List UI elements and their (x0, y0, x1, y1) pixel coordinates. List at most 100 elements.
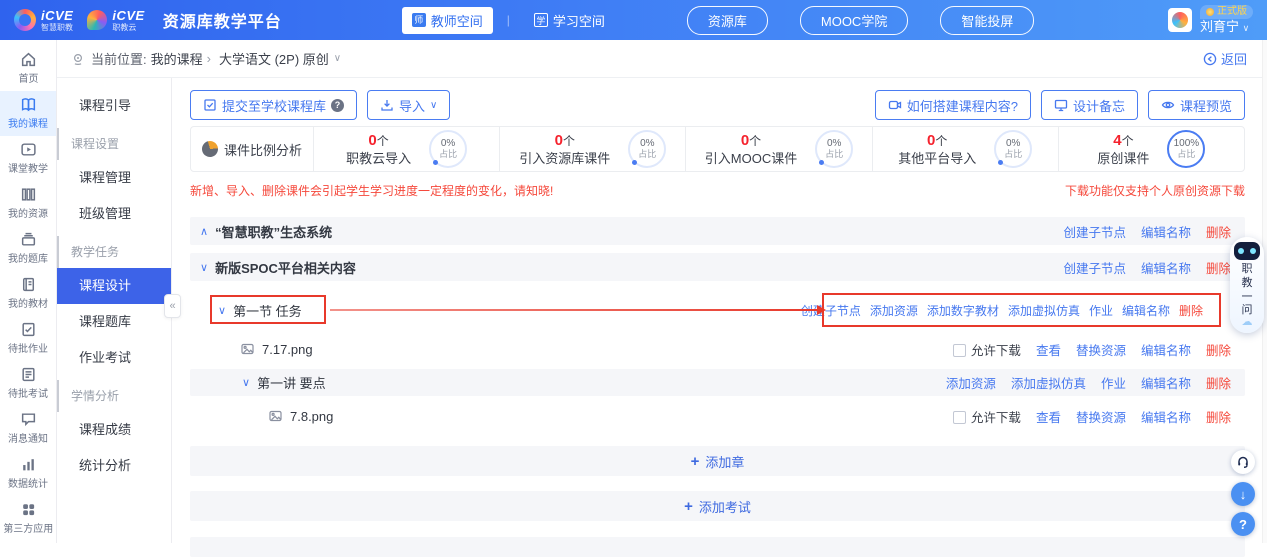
ai-assistant-tab[interactable]: 职教一问 ☁ (1230, 237, 1264, 333)
add-virtual-simulation-link[interactable]: 添加虚拟仿真 (1008, 302, 1080, 319)
collapse-caret-icon[interactable]: ∧ (200, 225, 208, 238)
expand-caret-icon[interactable]: ∨ (218, 304, 226, 317)
menu-item-class-management[interactable]: 班级管理 (57, 196, 171, 232)
menu-item-course-management[interactable]: 课程管理 (57, 160, 171, 196)
username: 刘育宁 (1200, 19, 1239, 34)
sidebar-item-classroom-teaching[interactable]: 课堂教学 (0, 136, 56, 181)
sidebar-item-my-resources[interactable]: 我的资源 (0, 181, 56, 226)
expand-caret-icon[interactable]: ∨ (242, 376, 250, 389)
sidebar-item-my-courses[interactable]: 我的课程 (0, 91, 56, 136)
add-digital-textbook-link[interactable]: 添加数字教材 (927, 302, 999, 319)
create-child-node-link[interactable]: 创建子节点 (801, 302, 861, 319)
help-fab-button[interactable]: ? (1231, 512, 1255, 536)
breadcrumb-chevron-down-icon[interactable]: ∨ (334, 53, 341, 64)
edit-name-link[interactable]: 编辑名称 (1141, 222, 1191, 241)
submit-to-school-library-button[interactable]: 提交至学校课程库 ? (190, 90, 357, 120)
replace-resource-link[interactable]: 替换资源 (1076, 340, 1126, 359)
logo-sub: 职教云 (112, 24, 144, 32)
how-to-build-button[interactable]: 如何搭建课程内容? (875, 90, 1031, 120)
resource-file-row: 7.17.png 允许下载 查看 替换资源 编辑名称 删除 (190, 336, 1245, 362)
delete-link[interactable]: 删除 (1206, 222, 1231, 241)
add-exam-button[interactable]: + 添加考试 (190, 491, 1245, 521)
edit-name-link[interactable]: 编辑名称 (1141, 407, 1191, 426)
link-resource-library[interactable]: 资源库 (687, 6, 768, 35)
sidebar-item-third-party-apps[interactable]: 第三方应用 (0, 496, 56, 541)
edit-name-link[interactable]: 编辑名称 (1122, 302, 1170, 319)
tab-teacher-space[interactable]: 师 教师空间 (402, 7, 493, 34)
icve-swirl-logo-icon (14, 9, 36, 31)
delete-link[interactable]: 删除 (1206, 340, 1231, 359)
menu-item-course-grades[interactable]: 课程成绩 (57, 412, 171, 448)
menu-item-course-guide[interactable]: 课程引导 (57, 88, 171, 124)
delete-link[interactable]: 删除 (1206, 407, 1231, 426)
pie-chart-icon (200, 139, 220, 159)
download-fab-button[interactable]: ↓ (1231, 482, 1255, 506)
expand-caret-icon[interactable]: ∨ (200, 261, 208, 274)
stat-percent-label: 占比 (825, 150, 843, 159)
home-icon (20, 51, 37, 68)
view-link[interactable]: 查看 (1036, 340, 1061, 359)
customer-support-button[interactable] (1231, 450, 1255, 474)
link-mooc-academy[interactable]: MOOC学院 (800, 6, 908, 35)
menu-item-course-question-bank[interactable]: 课程题库 (57, 304, 171, 340)
stat-label: 职教云导入 (346, 151, 411, 167)
allow-download-checkbox[interactable] (953, 411, 966, 424)
avatar[interactable] (1168, 8, 1192, 32)
stat-original-courseware: 4个 原创课件 100% 占比 (1058, 127, 1244, 171)
plus-icon: + (691, 453, 700, 470)
stat-label: 引入MOOC课件 (705, 151, 797, 167)
percent-ring: 0% 占比 (628, 130, 666, 168)
view-link[interactable]: 查看 (1036, 407, 1061, 426)
sidebar-item-my-question-bank[interactable]: 我的题库 (0, 226, 56, 271)
monitor-icon (1054, 98, 1068, 112)
delete-link[interactable]: 删除 (1206, 373, 1231, 392)
add-resource-link[interactable]: 添加资源 (946, 373, 996, 392)
back-button[interactable]: 返回 (1203, 49, 1247, 68)
link-smart-screen[interactable]: 智能投屏 (940, 6, 1034, 35)
stat-percent: 0% (640, 139, 654, 150)
delete-link[interactable]: 删除 (1179, 302, 1203, 319)
add-resource-link[interactable]: 添加资源 (870, 302, 918, 319)
menu-item-homework-exam[interactable]: 作业考试 (57, 340, 171, 376)
app-title: 资源库教学平台 (163, 8, 282, 32)
create-child-node-link[interactable]: 创建子节点 (1063, 222, 1126, 241)
logo-icve-zhihuizhijiao: iCVE 智慧职教 (14, 9, 73, 32)
cloud-icon: ☁ (1242, 318, 1253, 327)
allow-download-checkbox[interactable] (953, 344, 966, 357)
homework-link[interactable]: 作业 (1089, 302, 1113, 319)
message-icon (20, 411, 37, 428)
sidebar-item-my-textbooks[interactable]: 我的教材 (0, 271, 56, 316)
import-button[interactable]: 导入 ∨ (367, 90, 450, 120)
stat-percent: 0% (441, 139, 455, 150)
sidebar-collapse-handle[interactable]: « (164, 294, 181, 318)
sidebar-item-label: 我的题库 (8, 251, 48, 265)
menu-item-statistical-analysis[interactable]: 统计分析 (57, 448, 171, 484)
homework-link[interactable]: 作业 (1101, 373, 1126, 392)
replace-resource-link[interactable]: 替换资源 (1076, 407, 1126, 426)
create-child-node-link[interactable]: 创建子节点 (1063, 258, 1126, 277)
sidebar-item-label: 消息通知 (8, 431, 48, 445)
how-to-build-label: 如何搭建课程内容? (907, 96, 1018, 115)
sidebar-item-home[interactable]: 首页 (0, 46, 56, 91)
sidebar-item-statistics[interactable]: 数据统计 (0, 451, 56, 496)
tab-learning-space[interactable]: 学 学习空间 (524, 7, 615, 34)
breadcrumb-parent-link[interactable]: 我的课程 (151, 49, 203, 68)
lecture-row: ∨ 第一讲 要点 添加资源 添加虚拟仿真 作业 编辑名称 删除 (190, 369, 1245, 396)
help-circle-icon[interactable]: ? (331, 99, 344, 112)
edit-name-link[interactable]: 编辑名称 (1141, 258, 1191, 277)
user-menu[interactable]: 刘育宁 ∨ (1200, 19, 1253, 35)
breadcrumb-separator: › (207, 51, 211, 66)
delete-link[interactable]: 删除 (1206, 258, 1231, 277)
sidebar-item-pending-homework[interactable]: 待批作业 (0, 316, 56, 361)
download-arrow-icon: ↓ (1240, 487, 1247, 502)
design-memo-button[interactable]: 设计备忘 (1041, 90, 1138, 120)
edit-name-link[interactable]: 编辑名称 (1141, 340, 1191, 359)
course-preview-button[interactable]: 课程预览 (1148, 90, 1245, 120)
menu-item-course-design[interactable]: 课程设计 (57, 268, 171, 304)
add-virtual-simulation-link[interactable]: 添加虚拟仿真 (1011, 373, 1086, 392)
sidebar-item-pending-exams[interactable]: 待批考试 (0, 361, 56, 406)
edit-name-link[interactable]: 编辑名称 (1141, 373, 1191, 392)
add-chapter-button[interactable]: + 添加章 (190, 446, 1245, 476)
sidebar-item-notifications[interactable]: 消息通知 (0, 406, 56, 451)
chevron-down-icon: ∨ (430, 100, 437, 111)
